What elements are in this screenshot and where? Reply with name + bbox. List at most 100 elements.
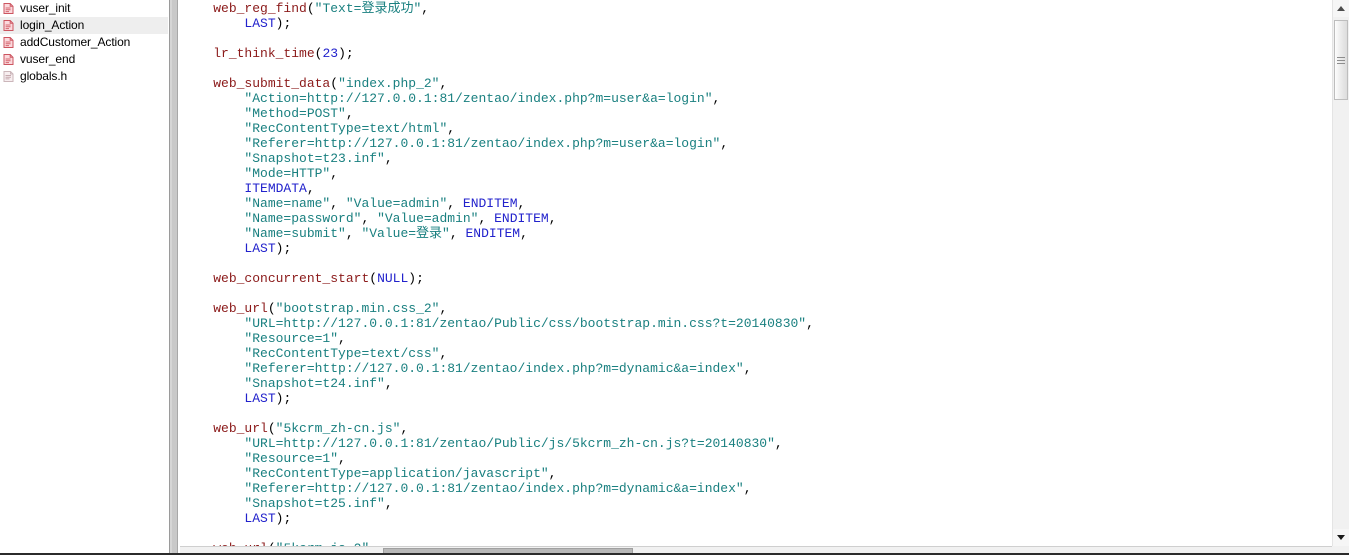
code-token-punct <box>182 46 213 61</box>
code-line: ITEMDATA, <box>182 181 1332 196</box>
code-token-punct: , <box>449 226 466 241</box>
code-token-str: "index.php_2" <box>338 76 440 91</box>
code-token-punct <box>182 451 244 466</box>
code-token-punct: , <box>361 211 378 226</box>
scroll-up-button[interactable] <box>1333 0 1349 17</box>
code-token-punct: , <box>743 361 752 376</box>
code-token-fn: web_reg_find <box>213 1 307 16</box>
code-token-punct <box>182 211 244 226</box>
code-token-punct <box>182 181 244 196</box>
code-editor-pane[interactable]: web_reg_find("Text=登录成功", LAST); lr_thin… <box>180 0 1349 555</box>
code-token-punct: , <box>384 496 393 511</box>
code-line: LAST); <box>182 241 1332 256</box>
code-token-str: "Action=http://127.0.0.1:81/zentao/index… <box>244 91 713 106</box>
code-line: "Method=POST", <box>182 106 1332 121</box>
tree-item-label: addCustomer_Action <box>20 35 131 49</box>
code-token-punct: , <box>338 331 346 346</box>
code-token-punct <box>182 1 213 16</box>
code-token-str: "Resource=1" <box>244 331 339 346</box>
code-line: web_url("5kcrm_zh-cn.js", <box>182 421 1332 436</box>
code-token-str: "Value=admin" <box>345 196 448 211</box>
code-token-punct <box>182 316 244 331</box>
code-token-punct: , <box>517 196 526 211</box>
code-token-str: "RecContentType=text/html" <box>244 121 448 136</box>
code-token-str: "Name=submit" <box>244 226 346 241</box>
code-line: "Snapshot=t25.inf", <box>182 496 1332 511</box>
code-text[interactable]: web_reg_find("Text=登录成功", LAST); lr_thin… <box>180 0 1332 546</box>
code-token-punct <box>182 166 244 181</box>
code-line: "Referer=http://127.0.0.1:81/zentao/inde… <box>182 136 1332 151</box>
tree-item-addcustomer-action[interactable]: addCustomer_Action <box>0 34 168 51</box>
code-token-punct: ); <box>408 271 424 286</box>
tree-item-login-action[interactable]: login_Action <box>0 17 168 34</box>
scroll-up-arrow-icon <box>1337 6 1345 11</box>
code-line: "RecContentType=text/css", <box>182 346 1332 361</box>
vertical-scrollbar-thumb[interactable] <box>1334 20 1348 100</box>
code-token-punct: , <box>345 106 354 121</box>
code-token-str: "RecContentType=application/javascript" <box>244 466 549 481</box>
vertical-scrollbar[interactable] <box>1332 0 1349 555</box>
script-tree-panel[interactable]: vuser_init login_Action addCustomer_Action… <box>0 0 168 555</box>
code-token-punct: , <box>384 151 393 166</box>
code-line: web_submit_data("index.php_2", <box>182 76 1332 91</box>
code-token-punct <box>182 226 244 241</box>
code-line: "URL=http://127.0.0.1:81/zentao/Public/j… <box>182 436 1332 451</box>
code-token-kw: LAST <box>244 16 276 31</box>
code-token-fn: web_url <box>213 301 268 316</box>
code-token-str: "URL=http://127.0.0.1:81/zentao/Public/j… <box>244 436 775 451</box>
code-viewport[interactable]: web_reg_find("Text=登录成功", LAST); lr_thin… <box>180 0 1332 546</box>
code-token-punct <box>182 466 244 481</box>
code-token-punct: , <box>439 76 448 91</box>
code-line: web_reg_find("Text=登录成功", <box>182 1 1332 16</box>
code-token-str: "Resource=1" <box>244 451 339 466</box>
code-token-str: "Name=name" <box>244 196 331 211</box>
code-line: LAST); <box>182 16 1332 31</box>
code-line: LAST); <box>182 511 1332 526</box>
code-token-punct: ( <box>306 1 315 16</box>
script-tree-list[interactable]: vuser_init login_Action addCustomer_Action… <box>0 0 168 85</box>
code-token-kw: LAST <box>244 241 276 256</box>
code-token-str: "Referer=http://127.0.0.1:81/zentao/inde… <box>244 136 721 151</box>
code-token-punct: , <box>548 466 557 481</box>
scroll-down-button[interactable] <box>1333 529 1349 546</box>
code-line: "Resource=1", <box>182 331 1332 346</box>
tree-item-vuser-end[interactable]: vuser_end <box>0 51 168 68</box>
code-line: "Action=http://127.0.0.1:81/zentao/index… <box>182 91 1332 106</box>
code-line: "RecContentType=text/html", <box>182 121 1332 136</box>
code-token-punct: ); <box>338 46 354 61</box>
code-token-str: "Value=登录" <box>361 226 450 241</box>
action-script-icon <box>2 19 15 32</box>
code-token-str: "Snapshot=t25.inf" <box>244 496 385 511</box>
tree-item-vuser-init[interactable]: vuser_init <box>0 0 168 17</box>
code-token-str: "Mode=HTTP" <box>244 166 331 181</box>
code-token-punct <box>182 481 244 496</box>
code-line: "Mode=HTTP", <box>182 166 1332 181</box>
code-token-punct: , <box>743 481 752 496</box>
code-token-fn: lr_think_time <box>213 46 315 61</box>
code-token-str: "Method=POST" <box>244 106 346 121</box>
tree-item-globals-h[interactable]: globals.h <box>0 68 168 85</box>
code-token-str: "bootstrap.min.css_2" <box>275 301 440 316</box>
code-token-str: "URL=http://127.0.0.1:81/zentao/Public/c… <box>244 316 807 331</box>
code-token-punct <box>182 271 213 286</box>
code-token-punct: , <box>345 226 362 241</box>
code-token-punct: , <box>774 436 783 451</box>
code-token-punct: ); <box>275 511 292 526</box>
action-script-icon <box>2 36 15 49</box>
code-line: "Name=submit", "Value=登录", ENDITEM, <box>182 226 1332 241</box>
code-token-punct: , <box>330 166 339 181</box>
code-token-punct: , <box>400 421 409 436</box>
panel-splitter[interactable] <box>168 0 180 555</box>
code-line: "Name=name", "Value=admin", ENDITEM, <box>182 196 1332 211</box>
code-token-punct: , <box>447 121 456 136</box>
code-token-punct: ); <box>275 391 292 406</box>
code-token-punct <box>182 301 213 316</box>
code-line: "Resource=1", <box>182 451 1332 466</box>
code-token-punct: , <box>712 91 721 106</box>
code-token-punct: ( <box>267 301 276 316</box>
code-token-punct: ( <box>369 271 378 286</box>
